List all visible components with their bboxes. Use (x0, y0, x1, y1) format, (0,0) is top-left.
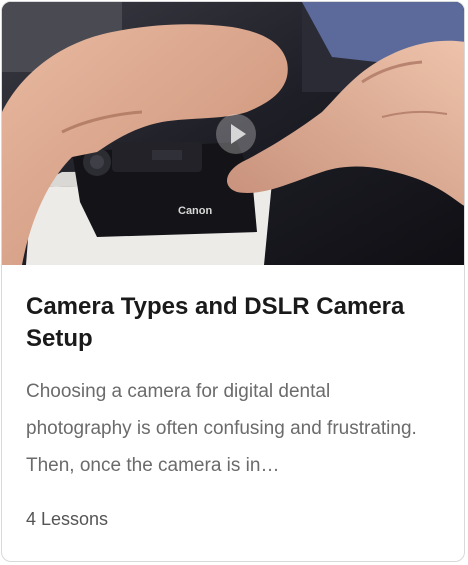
course-card[interactable]: Canon Camera Types and DSLR Camera Setup… (1, 1, 465, 562)
play-icon[interactable] (216, 114, 256, 154)
course-description: Choosing a camera for digital dental pho… (26, 381, 417, 476)
course-thumbnail[interactable]: Canon (2, 2, 464, 265)
course-title[interactable]: Camera Types and DSLR Camera Setup (26, 291, 440, 355)
camera-brand-label: Canon (178, 205, 213, 217)
lessons-count: 4 Lessons (26, 509, 109, 529)
